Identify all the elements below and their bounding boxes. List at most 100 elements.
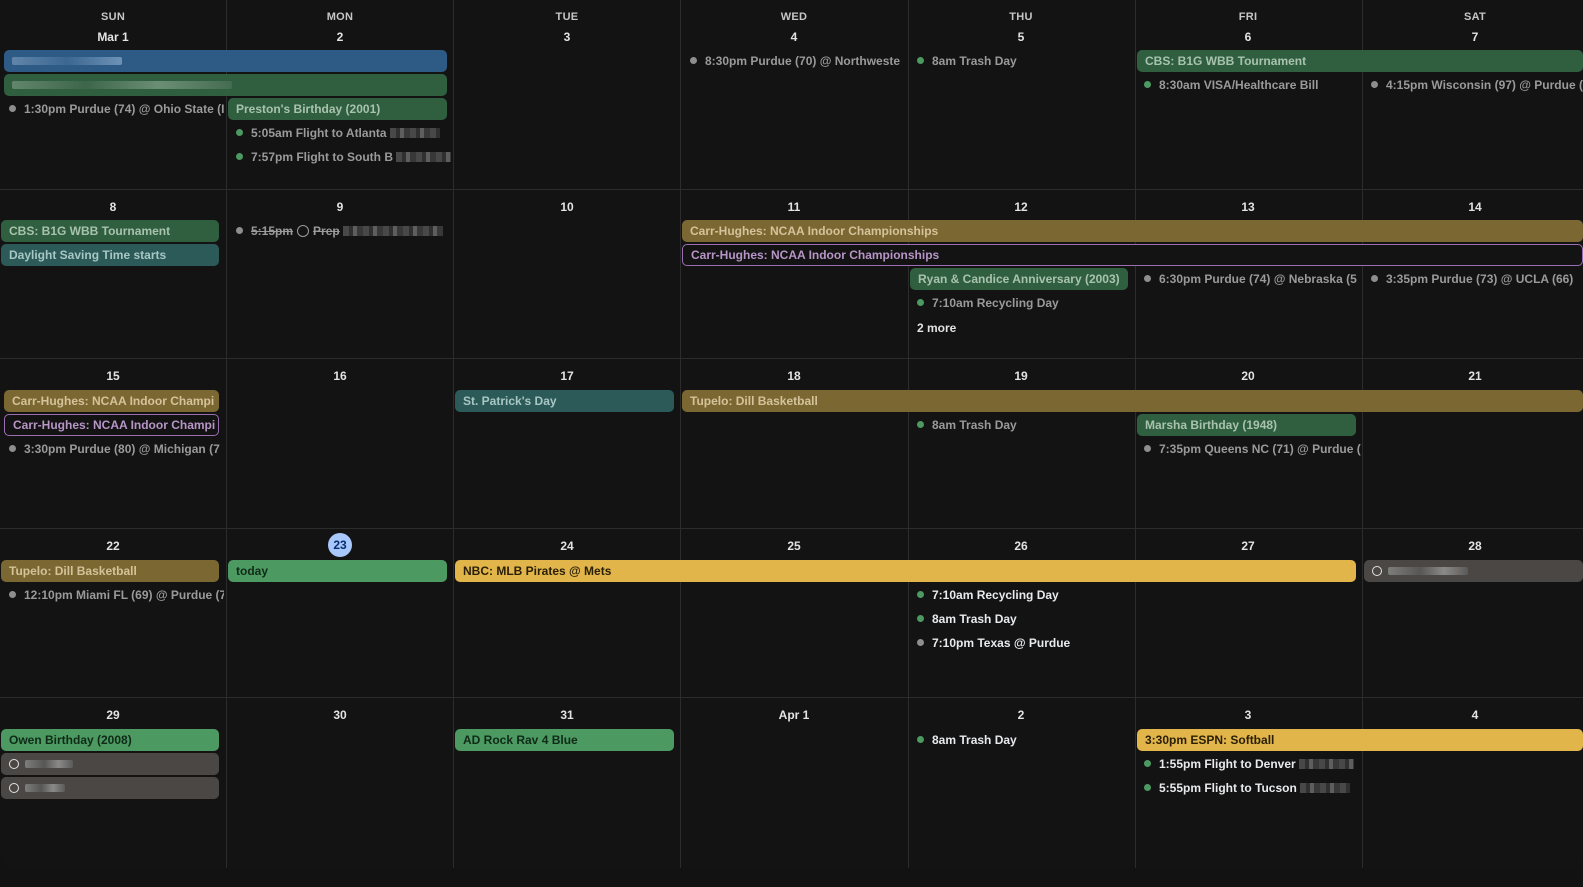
event-trash-day[interactable]: 8am Trash Day <box>908 608 1134 630</box>
day-number[interactable]: 7 <box>1362 30 1583 44</box>
task-circle-icon <box>9 782 19 793</box>
event-flight-tucson[interactable]: 5:55pm Flight to Tucson <box>1135 777 1361 799</box>
event-purdue-ohio-state[interactable]: 1:30pm Purdue (74) @ Ohio State (I <box>0 98 224 120</box>
event-recycling-day[interactable]: 7:10am Recycling Day <box>908 292 1134 314</box>
event-tupelo-dill-basketball[interactable]: Tupelo: Dill Basketball <box>682 390 1583 412</box>
event-purdue-nebraska[interactable]: 6:30pm Purdue (74) @ Nebraska (5 <box>1135 268 1361 290</box>
event-flight-south-bend[interactable]: 7:57pm Flight to South B <box>227 146 451 168</box>
day-number[interactable]: 29 <box>0 708 226 722</box>
event-ncaa-indoor-championships[interactable]: Carr-Hughes: NCAA Indoor Champi <box>4 390 219 412</box>
day-number[interactable]: 28 <box>1362 539 1583 553</box>
event-queens-purdue[interactable]: 7:35pm Queens NC (71) @ Purdue ( <box>1135 438 1361 460</box>
event-dot <box>917 615 924 623</box>
day-number[interactable]: 6 <box>1135 30 1361 44</box>
event-dot <box>9 591 16 599</box>
event-espn-softball[interactable]: 3:30pm ESPN: Softball <box>1137 729 1583 751</box>
event-label: 8am Trash Day <box>932 612 1017 626</box>
day-number[interactable]: 8 <box>0 200 226 214</box>
event-dot <box>917 421 924 429</box>
event-owen-birthday[interactable]: Owen Birthday (2008) <box>1 729 219 751</box>
event-purdue-ucla[interactable]: 3:35pm Purdue (73) @ UCLA (66) <box>1362 268 1583 290</box>
event-ncaa-indoor-championships-outline[interactable]: Carr-Hughes: NCAA Indoor Championships <box>682 244 1583 266</box>
day-number[interactable]: 3 <box>454 30 680 44</box>
event-flight-denver[interactable]: 1:55pm Flight to Denver <box>1135 753 1361 775</box>
event-label: 8am Trash Day <box>932 418 1017 432</box>
event-flight-atlanta[interactable]: 5:05am Flight to Atlanta <box>227 122 451 144</box>
day-number[interactable]: 20 <box>1135 369 1361 383</box>
day-number[interactable]: 5 <box>908 30 1134 44</box>
day-number[interactable]: 31 <box>454 708 680 722</box>
event-texas-purdue[interactable]: 7:10pm Texas @ Purdue <box>908 632 1134 654</box>
day-number[interactable]: 15 <box>0 369 226 383</box>
day-number[interactable]: 4 <box>681 30 907 44</box>
day-number[interactable]: 19 <box>908 369 1134 383</box>
event-prep-task[interactable]: 5:15pm Prep <box>227 220 451 242</box>
weekday-header-sun: SUN <box>100 11 126 23</box>
event-marsha-birthday[interactable]: Marsha Birthday (1948) <box>1137 414 1356 436</box>
day-number[interactable]: 13 <box>1135 200 1361 214</box>
day-number[interactable]: Mar 1 <box>0 30 226 44</box>
event-trash-day[interactable]: 8am Trash Day <box>908 50 1134 72</box>
day-number[interactable]: 22 <box>0 539 226 553</box>
weekday-header-sat: SAT <box>1463 11 1487 23</box>
event-ncaa-indoor-championships[interactable]: Carr-Hughes: NCAA Indoor Championships <box>682 220 1583 242</box>
day-number[interactable]: 12 <box>908 200 1134 214</box>
event-nbc-mlb-pirates-mets[interactable]: NBC: MLB Pirates @ Mets <box>455 560 1356 582</box>
event-ad-rock-rav4[interactable]: AD Rock Rav 4 Blue <box>455 729 674 751</box>
event-trash-day[interactable]: 8am Trash Day <box>908 729 1134 751</box>
event-visa-bill[interactable]: 8:30am VISA/Healthcare Bill <box>1135 74 1361 96</box>
day-number[interactable]: 25 <box>681 539 907 553</box>
day-number[interactable]: 24 <box>454 539 680 553</box>
event-purdue-michigan[interactable]: 3:30pm Purdue (80) @ Michigan (7 <box>0 438 224 460</box>
day-number[interactable]: 27 <box>1135 539 1361 553</box>
day-number[interactable]: 11 <box>681 200 907 214</box>
event-cbs-b1g-tournament[interactable]: CBS: B1G WBB Tournament <box>1137 50 1583 72</box>
day-number-today[interactable]: 23 <box>227 533 453 557</box>
event-label: 5:05am Flight to Atlanta <box>251 126 387 140</box>
day-number[interactable]: 16 <box>227 369 453 383</box>
day-number[interactable]: 18 <box>681 369 907 383</box>
event-dot <box>917 591 924 599</box>
day-number[interactable]: 10 <box>454 200 680 214</box>
redacted-event-bar[interactable] <box>4 50 447 72</box>
redacted-task[interactable] <box>1 777 219 799</box>
event-cbs-b1g-tournament[interactable]: CBS: B1G WBB Tournament <box>1 220 219 242</box>
redacted-text <box>1388 566 1468 575</box>
event-label: Prep <box>313 224 340 238</box>
event-st-patricks-day[interactable]: St. Patrick's Day <box>455 390 674 412</box>
event-today[interactable]: today <box>228 560 447 582</box>
event-miami-purdue[interactable]: 12:10pm Miami FL (69) @ Purdue (7 <box>0 584 224 606</box>
event-wisconsin-purdue[interactable]: 4:15pm Wisconsin (97) @ Purdue (9 <box>1362 74 1583 96</box>
event-daylight-saving[interactable]: Daylight Saving Time starts <box>1 244 219 266</box>
event-label: 3:35pm Purdue (73) @ UCLA (66) <box>1386 272 1574 286</box>
redacted-text <box>25 783 65 792</box>
event-label: 7:57pm Flight to South B <box>251 150 393 164</box>
day-number[interactable]: 14 <box>1362 200 1583 214</box>
week-divider <box>0 697 1583 698</box>
event-label: 1:30pm Purdue (74) @ Ohio State (I <box>24 102 224 116</box>
event-trash-day[interactable]: 8am Trash Day <box>908 414 1134 436</box>
day-number[interactable]: 4 <box>1362 708 1583 722</box>
day-number[interactable]: 2 <box>227 30 453 44</box>
day-number[interactable]: 21 <box>1362 369 1583 383</box>
day-number[interactable]: 30 <box>227 708 453 722</box>
redacted-event-bar[interactable] <box>4 74 447 96</box>
event-label: 12:10pm Miami FL (69) @ Purdue (7 <box>24 588 224 602</box>
more-events-link[interactable]: 2 more <box>908 321 956 335</box>
day-number[interactable]: 9 <box>227 200 453 214</box>
redacted-task[interactable] <box>1364 560 1583 582</box>
event-ncaa-indoor-championships-outline[interactable]: Carr-Hughes: NCAA Indoor Champi <box>4 414 219 436</box>
day-number[interactable]: 26 <box>908 539 1134 553</box>
redacted-task[interactable] <box>1 753 219 775</box>
event-preston-birthday[interactable]: Preston's Birthday (2001) <box>228 98 447 120</box>
day-number[interactable]: 17 <box>454 369 680 383</box>
day-number[interactable]: 2 <box>908 708 1134 722</box>
day-number[interactable]: 3 <box>1135 708 1361 722</box>
event-tupelo-dill-basketball[interactable]: Tupelo: Dill Basketball <box>1 560 219 582</box>
event-dot <box>917 57 924 65</box>
event-anniversary[interactable]: Ryan & Candice Anniversary (2003) <box>910 268 1128 290</box>
event-dot <box>1144 760 1151 768</box>
event-recycling-day[interactable]: 7:10am Recycling Day <box>908 584 1134 606</box>
day-number[interactable]: Apr 1 <box>681 708 907 722</box>
event-purdue-northwestern[interactable]: 8:30pm Purdue (70) @ Northweste <box>681 50 907 72</box>
